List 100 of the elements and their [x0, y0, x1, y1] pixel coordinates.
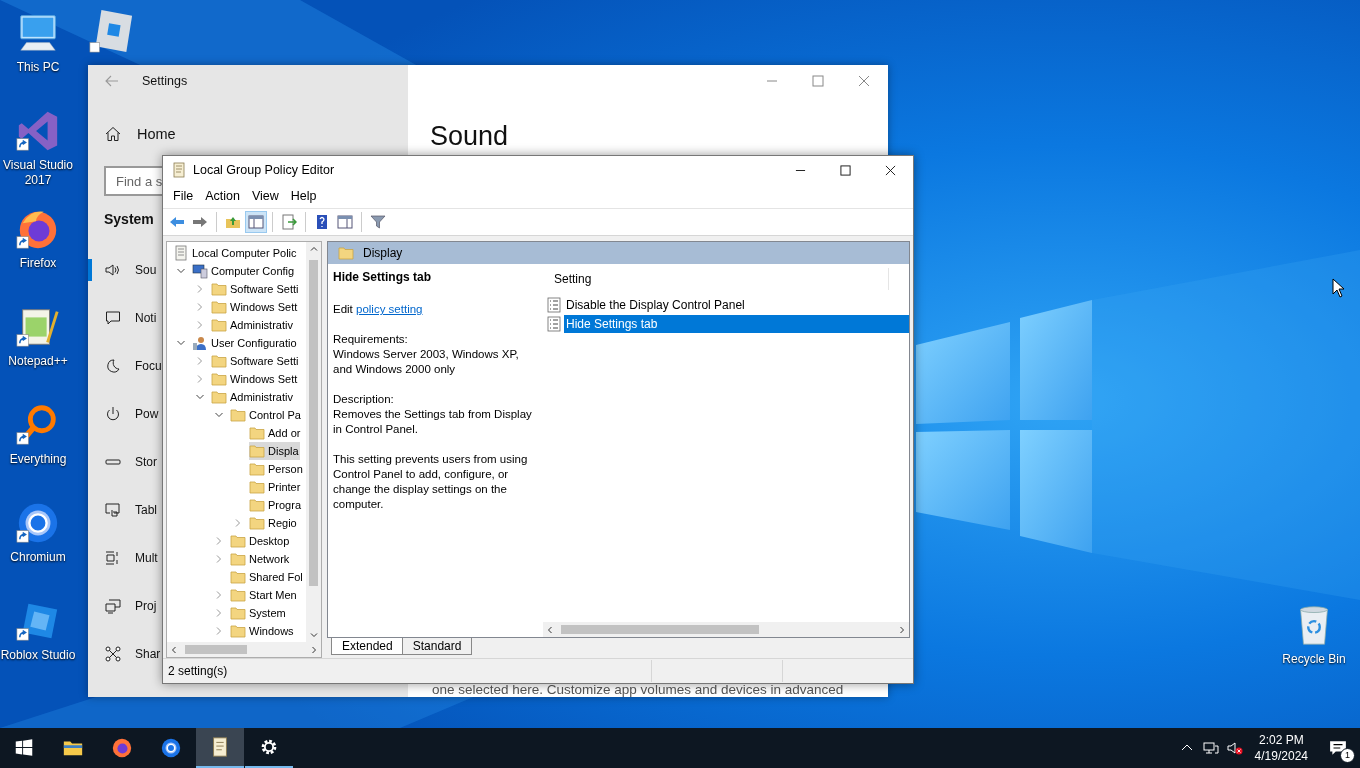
chevron-icon[interactable]	[214, 410, 224, 420]
tree-item[interactable]: Printer	[249, 478, 302, 496]
chevron-icon[interactable]	[176, 266, 186, 276]
tree-item[interactable]: Windows Sett	[211, 298, 299, 316]
tree-item[interactable]: Computer Config	[192, 262, 296, 280]
ring-logo-icon	[160, 737, 182, 759]
nav-item[interactable]: Sou	[88, 259, 157, 281]
tree-item[interactable]: Start Men	[230, 586, 298, 604]
scroll-right-icon[interactable]	[309, 644, 319, 655]
moon-icon	[105, 358, 121, 374]
page-heading: Sound	[429, 121, 510, 152]
scroll-left-icon[interactable]	[169, 644, 179, 655]
tree-item[interactable]: Administrativ	[211, 316, 294, 334]
folder-icon	[211, 299, 227, 315]
tree-pane-icon	[248, 214, 264, 230]
home-item[interactable]: Home	[88, 121, 408, 147]
view-tab[interactable]: Extended	[331, 638, 404, 655]
icon-label: Chromium	[9, 550, 67, 565]
window-title: Local Group Policy Editor	[193, 163, 335, 177]
tree-item[interactable]: Progra	[249, 496, 303, 514]
tree-item[interactable]: User Configuratio	[192, 334, 298, 352]
taskbar-button[interactable]	[196, 728, 244, 768]
filter-icon	[370, 214, 386, 230]
nav-item[interactable]: Pow	[88, 403, 159, 425]
network-icon[interactable]	[1202, 740, 1219, 756]
tree-item[interactable]: System	[230, 604, 287, 622]
nav-item[interactable]: Noti	[88, 307, 157, 329]
notifications-button[interactable]: 1	[1316, 728, 1360, 768]
date-text: 4/19/2024	[1254, 748, 1308, 764]
nav-item[interactable]: Focu	[88, 355, 162, 377]
menu-item[interactable]: File	[167, 187, 200, 205]
start-icon	[13, 737, 35, 759]
notification-count: 1	[1340, 748, 1355, 763]
search-field[interactable]: Find a s	[104, 166, 162, 196]
icon-label: Firefox	[18, 256, 58, 271]
nav-item[interactable]: Proj	[88, 595, 157, 617]
chevron-icon[interactable]	[195, 392, 205, 402]
description-text: This setting prevents users from using Control Panel to add, configure, or change the display settings on the computer.	[333, 452, 529, 512]
tree-item[interactable]: Local Computer Polic	[173, 244, 298, 262]
speech-bubble-icon	[1329, 739, 1347, 757]
column-header[interactable]: Setting	[546, 268, 889, 290]
projector-icon	[105, 598, 121, 614]
menu-item[interactable]: Help	[284, 187, 323, 205]
tree-item[interactable]: Displa	[249, 442, 300, 460]
tablet-icon	[105, 502, 121, 518]
clock[interactable]: 2:02 PM 4/19/2024	[1246, 732, 1316, 764]
menu-item[interactable]: Action	[199, 187, 246, 205]
setting-row[interactable]: Hide Settings tab	[564, 314, 909, 333]
scrollbar[interactable]	[167, 642, 321, 657]
tree-item[interactable]: Regio	[249, 514, 298, 532]
fox-globe-icon	[111, 737, 133, 759]
icon-label: Visual Studio 2017	[2, 158, 74, 188]
home-icon	[105, 126, 121, 142]
maximize-icon[interactable]	[840, 164, 851, 176]
cursor-icon	[1332, 278, 1344, 298]
nav-item[interactable]: Stor	[88, 451, 157, 473]
policy-icon	[546, 296, 562, 313]
tree-item[interactable]: Control Pa	[230, 406, 302, 424]
nav-item[interactable]: Shar	[88, 643, 161, 665]
tree-item[interactable]: Administrativ	[211, 388, 294, 406]
section-title: System	[104, 211, 154, 229]
back-icon[interactable]	[104, 73, 120, 89]
view-tab[interactable]: Standard	[401, 638, 473, 655]
scroll-down-icon[interactable]	[308, 630, 319, 640]
nav-item[interactable]: Mult	[88, 547, 158, 569]
scroll-left-icon[interactable]	[545, 624, 555, 635]
folder-icon	[230, 623, 246, 639]
forward-icon	[192, 214, 208, 230]
scroll-right-icon[interactable]	[897, 624, 907, 635]
folder-icon	[338, 245, 354, 261]
tree-item[interactable]: Network	[230, 550, 291, 568]
scrollbar[interactable]	[543, 622, 909, 637]
scrollbar[interactable]	[306, 242, 321, 642]
folder-icon	[249, 479, 265, 495]
folder-icon	[211, 371, 227, 387]
policy-setting-link[interactable]: policy setting	[356, 303, 423, 315]
edit-text: Edit policy setting	[333, 302, 424, 317]
tree-item[interactable]: Windows Sett	[211, 370, 299, 388]
close-icon[interactable]	[885, 164, 896, 176]
muted-speaker-icon[interactable]	[1226, 740, 1243, 756]
tree-item[interactable]: Add or	[249, 424, 302, 442]
chevron-icon[interactable]	[176, 338, 186, 348]
nav-item[interactable]: Tabl	[88, 499, 157, 521]
scroll-icon	[173, 245, 189, 261]
time-text: 2:02 PM	[1258, 732, 1304, 748]
description-text: one selected here. Customize app volumes and devices in advanced	[431, 683, 845, 697]
action-pane-icon	[337, 214, 353, 230]
toolbar-button[interactable]	[245, 211, 267, 233]
setting-row[interactable]: Disable the Display Control Panel	[564, 295, 909, 314]
tree-item[interactable]: Desktop	[230, 532, 291, 550]
tree-item[interactable]: Person	[249, 460, 304, 478]
tree-item[interactable]: Windows	[230, 622, 295, 640]
menu-item[interactable]: View	[245, 187, 285, 205]
tilted-tiles-icon[interactable]	[88, 8, 134, 54]
maximize-icon[interactable]	[812, 75, 824, 87]
folder-icon	[230, 605, 246, 621]
tree-item[interactable]: Software Setti	[211, 352, 300, 370]
tree-item[interactable]: Shared Fol	[230, 568, 304, 586]
tree-item[interactable]: Software Setti	[211, 280, 300, 298]
scroll-up-icon[interactable]	[308, 244, 319, 254]
